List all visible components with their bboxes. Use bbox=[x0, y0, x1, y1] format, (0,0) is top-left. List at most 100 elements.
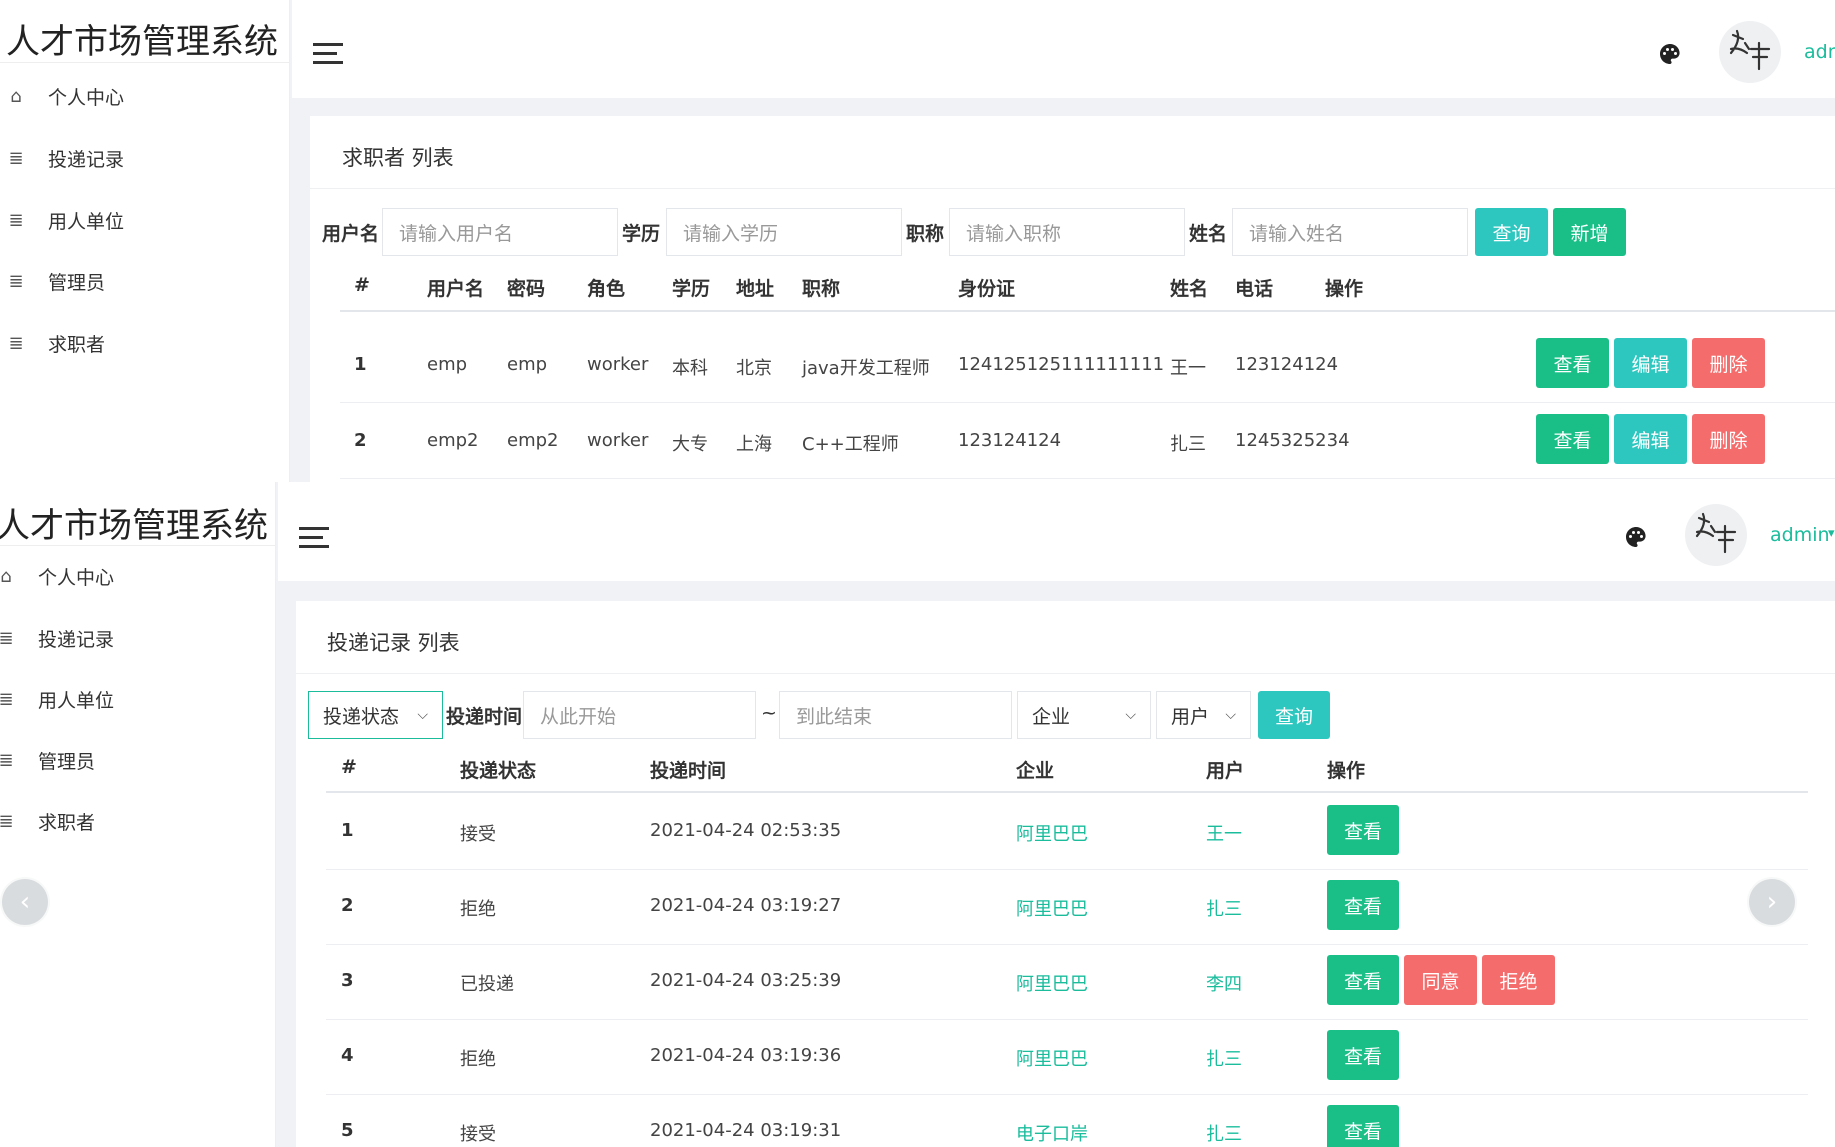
table-cell: 本科 bbox=[672, 358, 708, 379]
user-name[interactable]: admin bbox=[1770, 524, 1830, 546]
table-cell-company[interactable]: 电子口岸 bbox=[1016, 1120, 1088, 1146]
add-button[interactable]: 新增 bbox=[1553, 208, 1626, 256]
delete-button[interactable]: 删除 bbox=[1692, 338, 1765, 388]
view-button[interactable]: 查看 bbox=[1536, 338, 1609, 388]
sidebar-item-4[interactable]: ≣ 管理员 bbox=[6, 268, 105, 295]
carousel-prev-button[interactable]: ‹ bbox=[0, 877, 50, 927]
title-search-input[interactable]: 请输入职称 bbox=[949, 208, 1185, 256]
view-button[interactable]: 查看 bbox=[1327, 805, 1399, 855]
list-icon: ≣ bbox=[0, 750, 14, 771]
username-search-input[interactable]: 请输入用户名 bbox=[382, 208, 618, 256]
table-cell: 扎三 bbox=[1170, 434, 1206, 455]
sidebar-item-3[interactable]: ≣ 用人单位 bbox=[0, 686, 114, 713]
carousel-next-button[interactable]: › bbox=[1747, 877, 1797, 927]
sidebar: 人才市场管理系统 ⌂ 个人中心 ≣ 投递记录 ≣ 用人单位 ≣ 管理员 ≣ 求职者 bbox=[0, 482, 276, 1147]
table-cell-company[interactable]: 阿里巴巴 bbox=[1016, 895, 1088, 921]
table-cell: 上海 bbox=[736, 434, 772, 455]
user-dropdown-icon[interactable]: ▾ bbox=[1828, 526, 1835, 541]
column-header: 地址 bbox=[736, 278, 775, 300]
menu-toggle-icon[interactable] bbox=[313, 43, 343, 64]
table-cell-user[interactable]: 扎三 bbox=[1206, 1120, 1242, 1146]
table-cell: 1245325234 bbox=[1235, 430, 1350, 451]
sidebar-item-5[interactable]: ≣ 求职者 bbox=[0, 808, 95, 835]
column-header: 学历 bbox=[672, 278, 711, 300]
name-search-input[interactable]: 请输入姓名 bbox=[1232, 208, 1468, 256]
table-cell: 北京 bbox=[736, 358, 772, 379]
table-cell-company[interactable]: 阿里巴巴 bbox=[1016, 1045, 1088, 1071]
sidebar-item-5[interactable]: ≣ 求职者 bbox=[6, 330, 105, 357]
view-button[interactable]: 查看 bbox=[1536, 414, 1609, 464]
agree-button[interactable]: 同意 bbox=[1404, 955, 1477, 1005]
avatar[interactable] bbox=[1685, 504, 1747, 566]
user-name[interactable]: adm bbox=[1804, 41, 1835, 63]
column-header: 角色 bbox=[587, 278, 626, 300]
column-header: 操作 bbox=[1325, 278, 1364, 300]
sidebar-item-3[interactable]: ≣ 用人单位 bbox=[6, 207, 124, 234]
menu-toggle-icon[interactable] bbox=[299, 527, 329, 548]
table-header-divider bbox=[326, 791, 1808, 793]
filter-label-education: 学历 bbox=[622, 223, 661, 245]
sidebar-item-2[interactable]: ≣ 投递记录 bbox=[0, 625, 114, 652]
time-filter-label: 投递时间 bbox=[446, 706, 523, 728]
brand-divider bbox=[0, 62, 290, 63]
sidebar-item-2[interactable]: ≣ 投递记录 bbox=[6, 145, 124, 172]
sidebar-item-4[interactable]: ≣ 管理员 bbox=[0, 747, 95, 774]
sidebar-item-label: 投递记录 bbox=[38, 629, 115, 651]
query-button[interactable]: 查询 bbox=[1475, 208, 1548, 256]
chevron-down-icon: ⌵ bbox=[1125, 707, 1136, 723]
view-button[interactable]: 查看 bbox=[1327, 955, 1399, 1005]
sidebar-item-1[interactable]: ⌂ 个人中心 bbox=[0, 563, 114, 590]
column-header: 投递状态 bbox=[460, 760, 537, 782]
query-button[interactable]: 查询 bbox=[1258, 691, 1330, 739]
sidebar-item-label: 个人中心 bbox=[38, 567, 115, 589]
table-cell-user[interactable]: 李四 bbox=[1206, 970, 1242, 996]
sidebar-item-label: 求职者 bbox=[48, 334, 106, 356]
sidebar-item-label: 用人单位 bbox=[48, 211, 125, 233]
view-button[interactable]: 查看 bbox=[1327, 880, 1399, 930]
reject-button[interactable]: 拒绝 bbox=[1482, 955, 1555, 1005]
education-search-input[interactable]: 请输入学历 bbox=[666, 208, 902, 256]
theme-palette-icon[interactable] bbox=[1658, 42, 1682, 66]
home-icon: ⌂ bbox=[0, 566, 12, 587]
edit-button[interactable]: 编辑 bbox=[1614, 338, 1687, 388]
sidebar-item-1[interactable]: ⌂ 个人中心 bbox=[6, 83, 124, 110]
view-button[interactable]: 查看 bbox=[1327, 1030, 1399, 1080]
sidebar-item-label: 用人单位 bbox=[38, 690, 115, 712]
table-cell-user[interactable]: 王一 bbox=[1206, 820, 1242, 846]
list-icon: ≣ bbox=[8, 210, 24, 231]
sidebar-item-label: 管理员 bbox=[38, 751, 96, 773]
filter-label-username: 用户名 bbox=[322, 223, 380, 245]
table-cell: C++工程师 bbox=[802, 434, 899, 455]
theme-palette-icon[interactable] bbox=[1624, 525, 1648, 549]
delete-button[interactable]: 删除 bbox=[1692, 414, 1765, 464]
start-time-input[interactable]: 从此开始 bbox=[523, 691, 756, 739]
user-filter-value: 用户 bbox=[1171, 705, 1210, 728]
table-cell-company[interactable]: 阿里巴巴 bbox=[1016, 970, 1088, 996]
table-cell: emp bbox=[427, 354, 468, 375]
chevron-down-icon: ⌵ bbox=[1225, 707, 1236, 723]
list-icon: ≣ bbox=[0, 628, 14, 649]
table-cell: emp bbox=[507, 354, 548, 375]
company-filter-select[interactable]: 企业 ⌵ bbox=[1017, 691, 1151, 739]
table-cell-idx: 3 bbox=[341, 970, 354, 991]
view-button[interactable]: 查看 bbox=[1327, 1105, 1399, 1147]
table-cell-user[interactable]: 扎三 bbox=[1206, 1045, 1242, 1071]
status-filter-select[interactable]: 投递状态 ⌵ bbox=[308, 691, 443, 739]
table-cell-company[interactable]: 阿里巴巴 bbox=[1016, 820, 1088, 846]
app-brand: 人才市场管理系统 bbox=[0, 506, 268, 546]
table-row-divider bbox=[340, 478, 1835, 479]
end-time-input[interactable]: 到此结束 bbox=[779, 691, 1012, 739]
table-cell-user[interactable]: 扎三 bbox=[1206, 895, 1242, 921]
card-divider bbox=[310, 188, 1835, 189]
table-row-divider bbox=[326, 869, 1808, 870]
table-cell: java开发工程师 bbox=[802, 358, 930, 379]
sidebar-item-label: 求职者 bbox=[38, 812, 96, 834]
user-filter-select[interactable]: 用户 ⌵ bbox=[1156, 691, 1251, 739]
column-header: # bbox=[354, 274, 370, 296]
sidebar-item-label: 个人中心 bbox=[48, 87, 125, 109]
table-cell-status: 接受 bbox=[460, 824, 496, 845]
list-icon: ≣ bbox=[0, 689, 14, 710]
edit-button[interactable]: 编辑 bbox=[1614, 414, 1687, 464]
company-filter-value: 企业 bbox=[1032, 705, 1071, 728]
avatar[interactable] bbox=[1719, 21, 1781, 83]
